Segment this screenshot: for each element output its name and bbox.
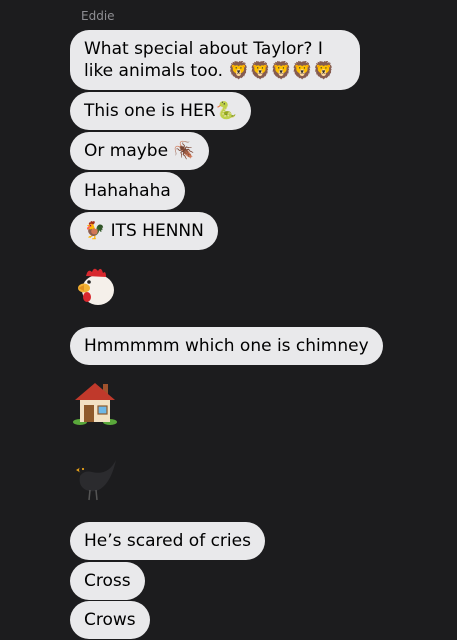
sender-name: Eddie	[81, 9, 115, 23]
message-bubble[interactable]: What special about Taylor? I like animal…	[70, 30, 360, 90]
message-bubble[interactable]: Or maybe 🪳	[70, 132, 209, 170]
message-bubble[interactable]: Hmmmmm which one is chimney	[70, 327, 383, 365]
message-bubble[interactable]: This one is HER🐍	[70, 92, 251, 130]
message-bubble[interactable]: Cross	[70, 562, 145, 600]
house-emoji-icon[interactable]	[70, 378, 118, 426]
message-bubble[interactable]: He’s scared of cries	[70, 522, 265, 560]
chicken-emoji-icon[interactable]	[70, 262, 118, 310]
message-bubble[interactable]: 🐓 ITS HENNN	[70, 212, 218, 250]
message-bubble[interactable]: Hahahaha	[70, 172, 185, 210]
crow-emoji-icon[interactable]	[70, 456, 118, 504]
message-bubble[interactable]: Crows	[70, 601, 150, 639]
